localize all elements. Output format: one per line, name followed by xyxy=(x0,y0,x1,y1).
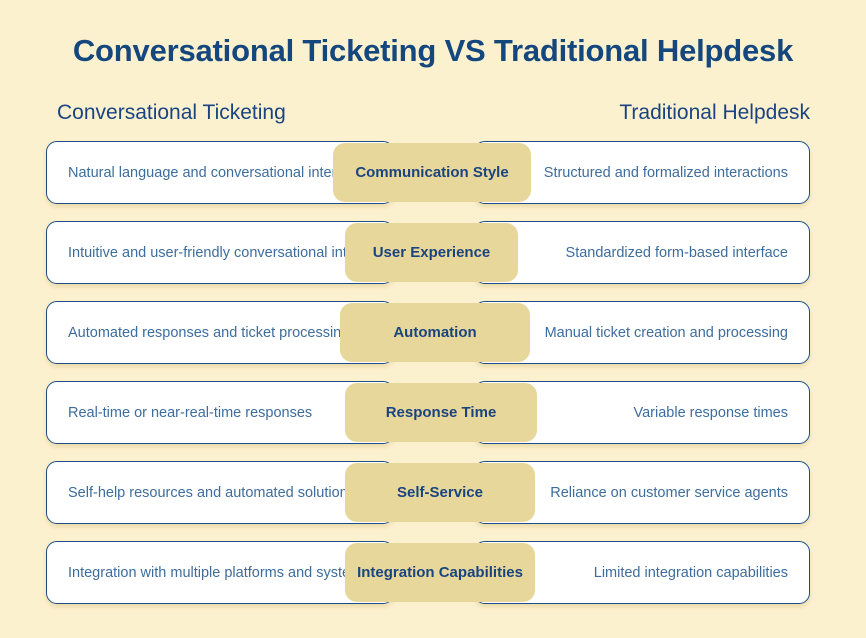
comparison-row: Natural language and conversational inte… xyxy=(0,141,866,204)
left-card: Real-time or near-real-time responses xyxy=(46,381,394,444)
comparison-row: Integration with multiple platforms and … xyxy=(0,541,866,604)
right-card-text: Standardized form-based interface xyxy=(565,244,788,261)
category-badge: Self-Service xyxy=(345,463,535,522)
left-card-text: Self-help resources and automated soluti… xyxy=(68,484,355,501)
left-card-text: Real-time or near-real-time responses xyxy=(68,404,313,421)
category-badge: Response Time xyxy=(345,383,537,442)
left-card-text: Intuitive and user-friendly conversation… xyxy=(68,244,388,261)
comparison-rows: Natural language and conversational inte… xyxy=(0,141,866,621)
page-title: Conversational Ticketing VS Traditional … xyxy=(72,33,794,68)
column-header-right: Traditional Helpdesk xyxy=(619,101,810,124)
left-card: Intuitive and user-friendly conversation… xyxy=(46,221,394,284)
comparison-row: Automated responses and ticket processin… xyxy=(0,301,866,364)
left-card-text: Integration with multiple platforms and … xyxy=(68,564,370,581)
category-badge: Automation xyxy=(340,303,530,362)
comparison-infographic: Conversational Ticketing VS Traditional … xyxy=(0,0,866,638)
column-header-left: Conversational Ticketing xyxy=(57,101,286,124)
comparison-row: Intuitive and user-friendly conversation… xyxy=(0,221,866,284)
category-badge: User Experience xyxy=(345,223,518,282)
left-card: Integration with multiple platforms and … xyxy=(46,541,394,604)
right-card: Standardized form-based interface xyxy=(474,221,810,284)
left-card: Self-help resources and automated soluti… xyxy=(46,461,394,524)
category-badge: Integration Capabilities xyxy=(345,543,535,602)
comparison-row: Real-time or near-real-time responses Var… xyxy=(0,381,866,444)
column-headers: Conversational Ticketing Traditional Hel… xyxy=(0,101,866,131)
category-badge: Communication Style xyxy=(333,143,531,202)
comparison-row: Self-help resources and automated soluti… xyxy=(0,461,866,524)
